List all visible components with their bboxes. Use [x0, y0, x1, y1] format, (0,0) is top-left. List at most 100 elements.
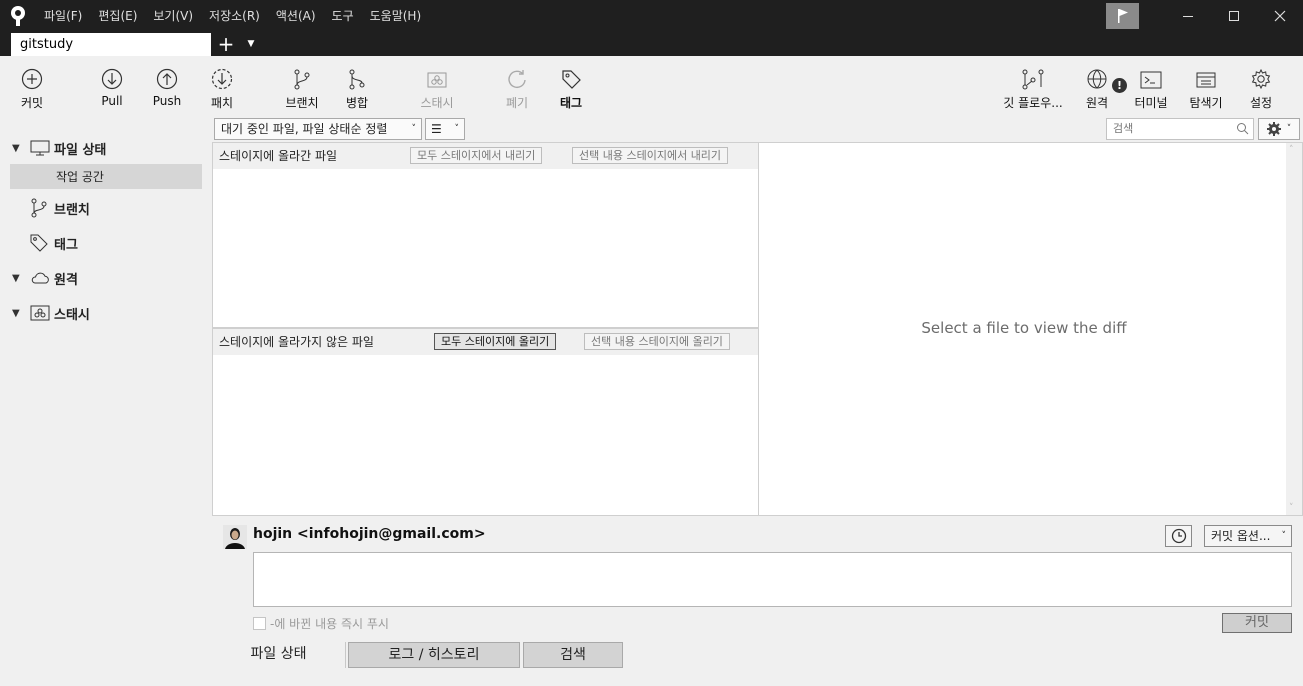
arrow-up-circle-icon [156, 56, 178, 92]
fetch-button[interactable]: 패치 [206, 56, 238, 116]
merge-label: 병합 [345, 96, 369, 110]
add-tab-icon[interactable]: + [211, 32, 241, 56]
discard-label: 폐기 [505, 96, 529, 110]
remote-button[interactable]: ! 원격 [1082, 56, 1127, 116]
sidebar-branches[interactable]: 브랜치 [0, 195, 90, 221]
menu-actions[interactable]: 액션(A) [268, 0, 324, 32]
search-box[interactable] [1106, 118, 1254, 140]
merge-button[interactable]: 병합 [342, 56, 372, 116]
menu-bar: 파일(F) 편집(E) 보기(V) 저장소(R) 액션(A) 도구 도움말(H) [36, 0, 429, 32]
bottom-tab-bar: 파일 상태 로그 / 히스토리 검색 [212, 642, 1303, 686]
settings-button[interactable]: 설정 [1246, 56, 1276, 116]
discard-refresh-icon [506, 56, 528, 92]
fetch-label: 패치 [210, 96, 234, 110]
sidebar: ▼ 파일 상태 작업 공간 브랜치 태그 ▼ 원격 ▼ 스태시 [0, 116, 212, 686]
branch-icon [30, 197, 48, 219]
globe-icon: ! [1086, 56, 1127, 93]
push-immediately-checkbox[interactable] [253, 617, 266, 630]
sort-dropdown-value: 대기 중인 파일, 파일 상태순 정렬 [221, 122, 388, 136]
menu-tools[interactable]: 도구 [324, 0, 362, 32]
stage-selected-button[interactable]: 선택 내용 스테이지에 올리기 [584, 333, 730, 350]
tab-file-status[interactable]: 파일 상태 [212, 642, 346, 668]
unstaged-files-title: 스테이지에 올라가지 않은 파일 [219, 335, 374, 349]
settings-dropdown[interactable]: ˅ [1258, 118, 1300, 140]
discard-button[interactable]: 폐기 [502, 56, 532, 116]
terminal-button[interactable]: 터미널 [1132, 56, 1170, 116]
sidebar-stashes[interactable]: ▼ 스태시 [0, 300, 90, 326]
minimize-icon[interactable] [1165, 0, 1211, 32]
sourcetree-logo-icon [0, 0, 36, 32]
sidebar-item-workspace[interactable]: 작업 공간 [10, 164, 202, 189]
explorer-button[interactable]: 탐색기 [1187, 56, 1225, 116]
sidebar-tags[interactable]: 태그 [0, 230, 78, 256]
explorer-folder-icon [1195, 56, 1217, 92]
list-view-dropdown[interactable]: ☰ ˅ [425, 118, 465, 140]
gitflow-icon [1021, 56, 1045, 92]
branch-button[interactable]: 브랜치 [282, 56, 322, 116]
cloud-icon [30, 271, 50, 285]
chevron-down-icon[interactable]: ▼ [12, 143, 26, 154]
arrow-down-circle-icon [101, 56, 123, 92]
explorer-label: 탐색기 [1189, 96, 1223, 110]
chevron-down-icon: ˅ [454, 124, 460, 134]
history-button[interactable] [1165, 525, 1192, 547]
sidebar-file-status[interactable]: ▼ 파일 상태 [0, 135, 106, 161]
chevron-down-icon[interactable]: ▼ [12, 273, 26, 284]
flag-icon[interactable] [1106, 3, 1139, 29]
chevron-down-icon: ˅ [1286, 124, 1292, 134]
stash-icon [426, 56, 448, 92]
repo-tab[interactable]: gitstudy [11, 33, 211, 56]
filter-bar: 대기 중인 파일, 파일 상태순 정렬 ˅ ☰ ˅ ˅ [212, 116, 1303, 142]
push-immediately-label: -에 바뀐 내용 즉시 푸시 [270, 617, 389, 631]
tag-icon [29, 233, 49, 253]
close-icon[interactable] [1257, 0, 1303, 32]
scroll-up-icon[interactable]: ˄ [1289, 145, 1294, 155]
commit-label: 커밋 [20, 96, 44, 110]
chevron-down-icon: ˅ [1281, 531, 1287, 541]
stash-button[interactable]: 스태시 [416, 56, 458, 116]
merge-icon [347, 56, 367, 92]
menu-view[interactable]: 보기(V) [145, 0, 201, 32]
stage-all-button[interactable]: 모두 스테이지에 올리기 [434, 333, 557, 350]
sidebar-stashes-label: 스태시 [54, 307, 90, 323]
commit-options-dropdown[interactable]: 커밋 옵션... ˅ [1204, 525, 1292, 547]
menu-file[interactable]: 파일(F) [36, 0, 90, 32]
commit-author: hojin <infohojin@gmail.com> [253, 526, 486, 542]
sidebar-branches-label: 브랜치 [54, 202, 90, 218]
unstage-selected-button[interactable]: 선택 내용 스테이지에서 내리기 [572, 147, 729, 164]
terminal-icon [1140, 56, 1162, 92]
gitflow-button[interactable]: 깃 플로우... [1000, 56, 1066, 116]
avatar [223, 525, 247, 549]
tag-icon [560, 56, 582, 92]
push-immediately-option[interactable]: -에 바뀐 내용 즉시 푸시 [253, 615, 389, 632]
push-button[interactable]: Push [150, 56, 184, 116]
scroll-down-icon[interactable]: ˅ [1289, 503, 1294, 513]
menu-help[interactable]: 도움말(H) [362, 0, 430, 32]
sidebar-file-status-label: 파일 상태 [54, 142, 107, 158]
chevron-down-icon: ˅ [411, 124, 417, 134]
unstaged-files-header: 스테이지에 올라가지 않은 파일 모두 스테이지에 올리기 선택 내용 스테이지… [213, 329, 758, 355]
search-input[interactable] [1113, 122, 1233, 135]
unstage-all-button[interactable]: 모두 스테이지에서 내리기 [410, 147, 543, 164]
diff-placeholder-message: Select a file to view the diff [921, 319, 1127, 337]
tab-log-history[interactable]: 로그 / 히스토리 [348, 642, 520, 668]
tag-button[interactable]: 태그 [556, 56, 586, 116]
pull-button[interactable]: Pull [96, 56, 128, 116]
maximize-icon[interactable] [1211, 0, 1257, 32]
chevron-down-icon[interactable]: ▼ [12, 308, 26, 319]
tab-menu-chevron-icon[interactable]: ▼ [241, 32, 261, 56]
tab-search[interactable]: 검색 [523, 642, 623, 668]
sort-dropdown[interactable]: 대기 중인 파일, 파일 상태순 정렬 ˅ [214, 118, 422, 140]
commit-message-input[interactable] [254, 553, 1291, 606]
monitor-icon [30, 139, 50, 157]
menu-edit[interactable]: 편집(E) [90, 0, 145, 32]
menu-repository[interactable]: 저장소(R) [201, 0, 268, 32]
branch-label: 브랜치 [285, 96, 319, 110]
stash-icon [30, 304, 50, 322]
fetch-dashed-circle-icon [211, 56, 233, 92]
toolbar: 커밋 Pull Push 패치 브랜치 병합 스태시 폐기 태그 깃 플로우..… [0, 56, 1303, 116]
commit-button[interactable]: 커밋 [14, 56, 50, 116]
diff-scrollbar[interactable]: ˄ ˅ [1286, 143, 1302, 515]
sidebar-remotes[interactable]: ▼ 원격 [0, 265, 78, 291]
commit-submit-button[interactable]: 커밋 [1222, 613, 1292, 633]
